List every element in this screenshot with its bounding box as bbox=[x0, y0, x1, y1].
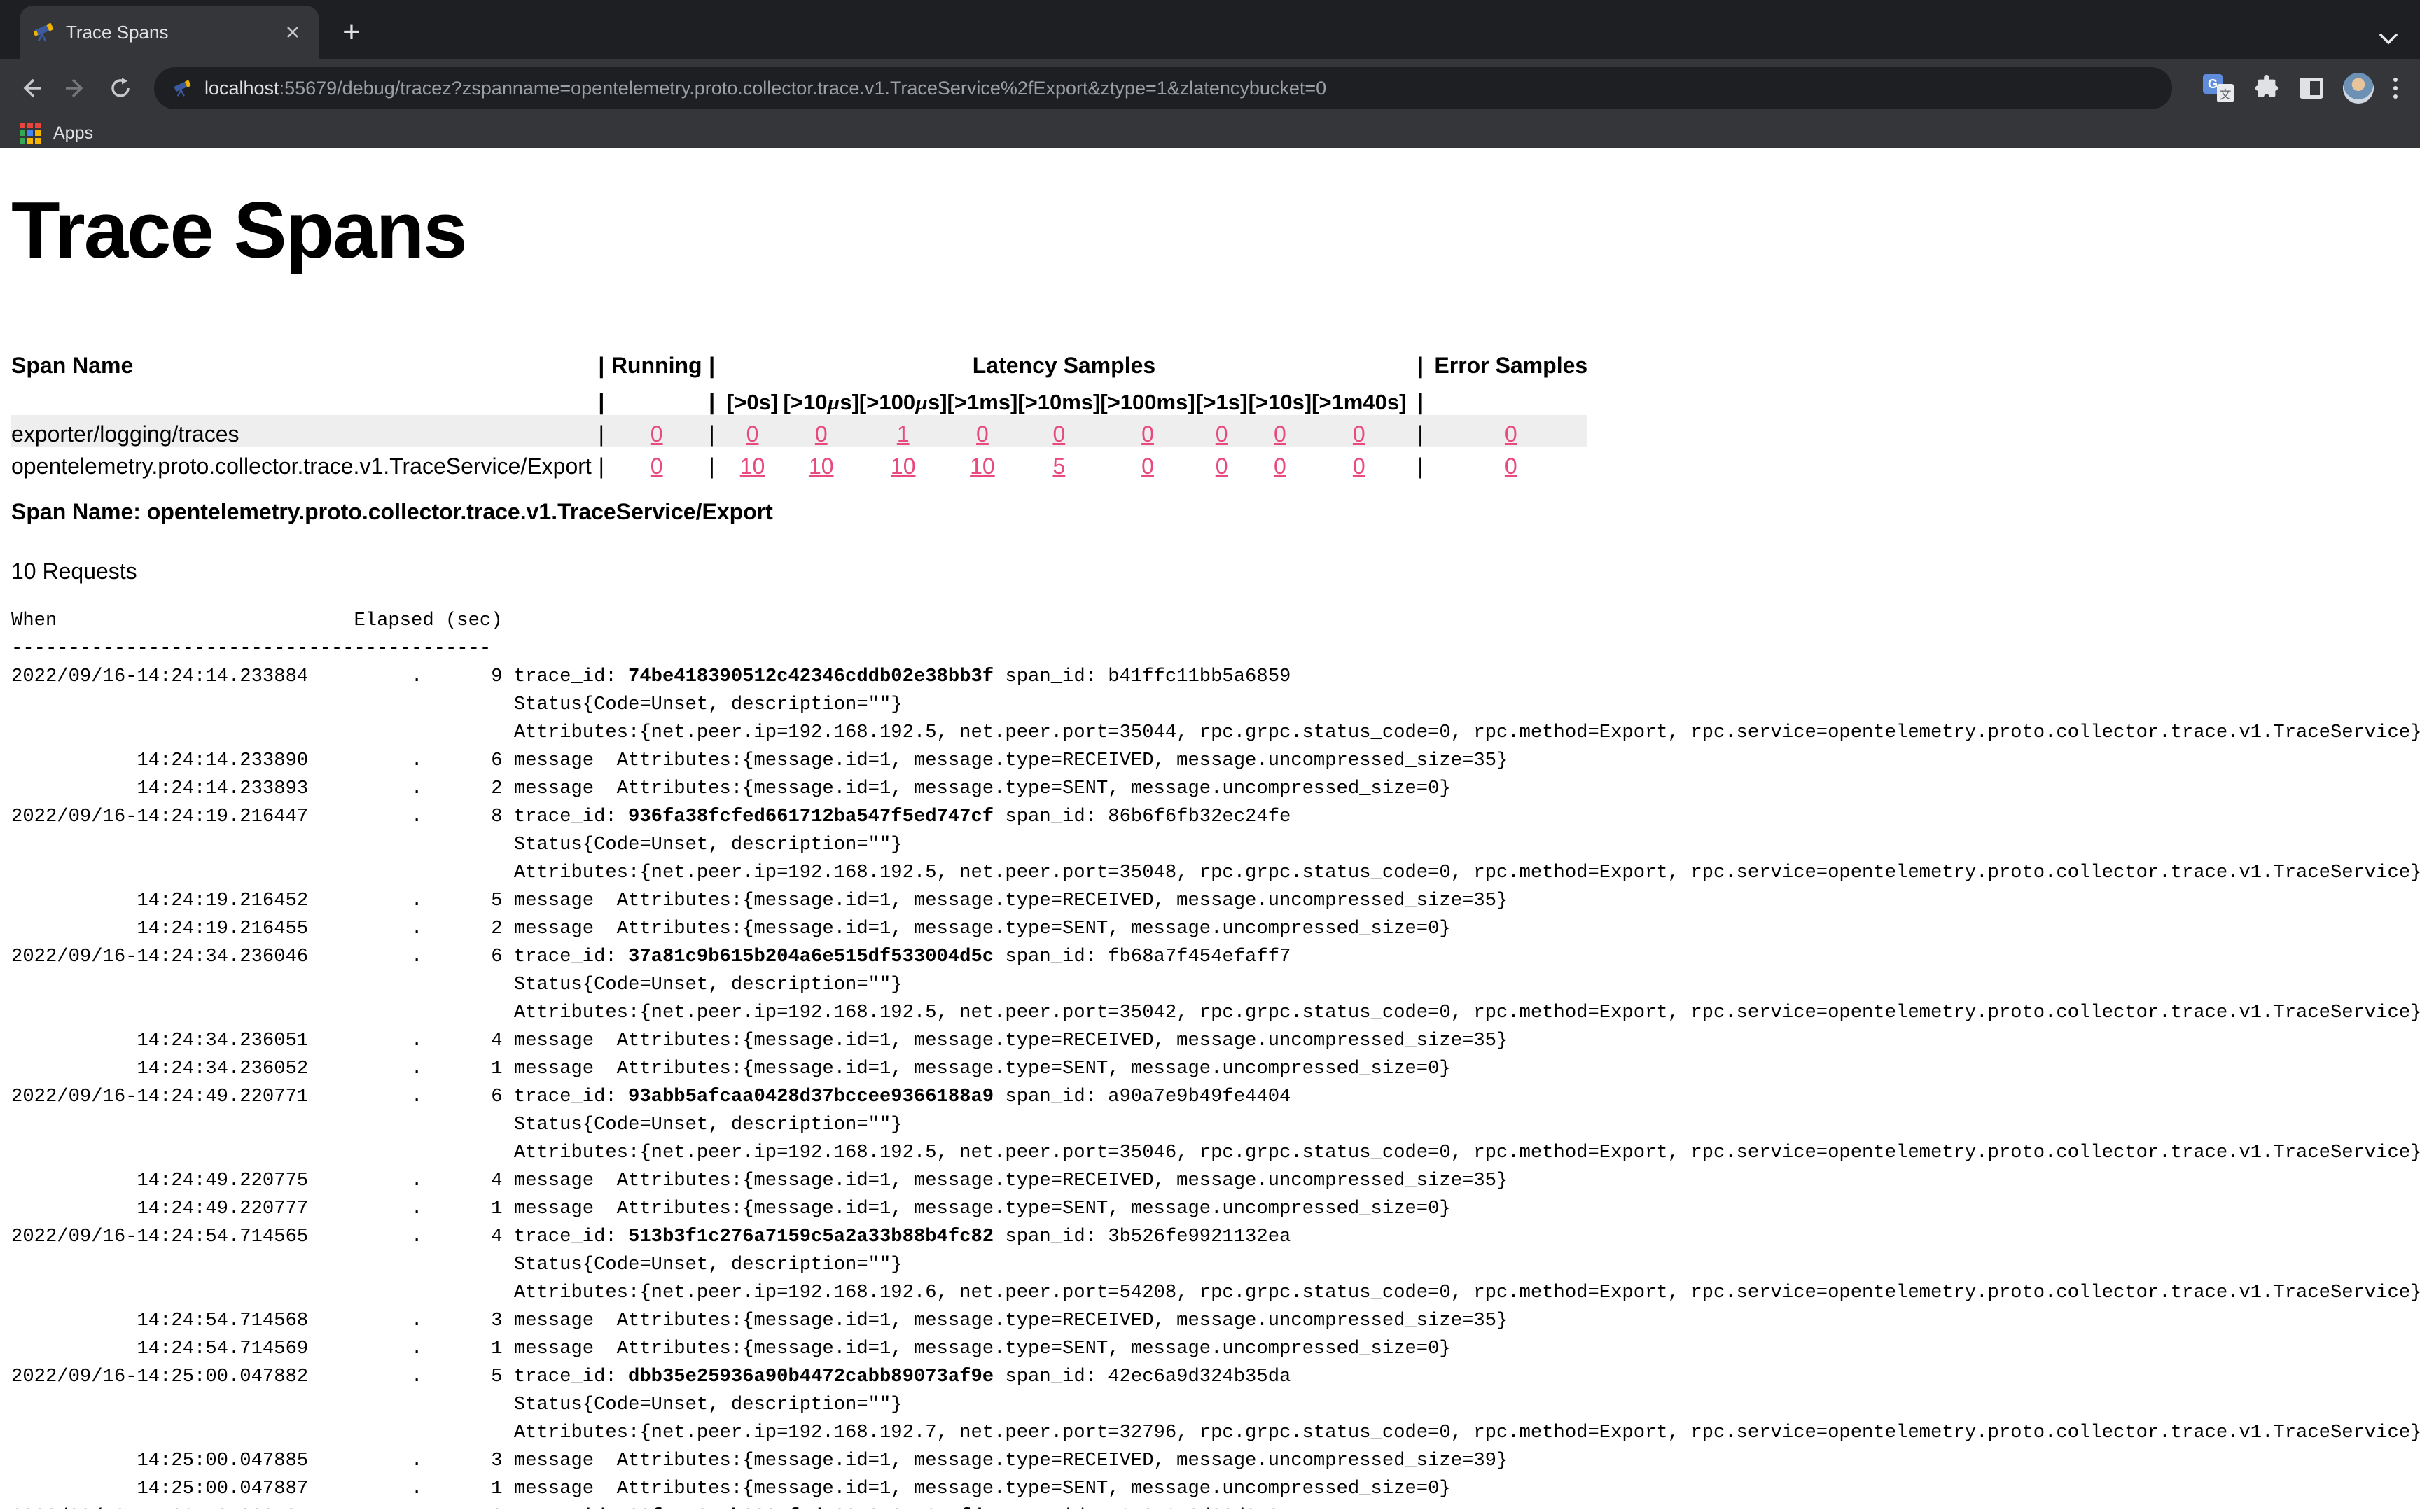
sample-count-link[interactable]: 5 bbox=[1052, 454, 1065, 479]
detail-span-name: Span Name: opentelemetry.proto.collector… bbox=[11, 499, 2420, 525]
sample-count-link[interactable]: 0 bbox=[1505, 454, 1517, 479]
sample-count-link[interactable]: 0 bbox=[1274, 454, 1286, 479]
sample-count-link[interactable]: 0 bbox=[976, 421, 989, 447]
sample-count-link[interactable]: 0 bbox=[1505, 421, 1517, 447]
url-host: localhost bbox=[204, 78, 279, 99]
url-text: localhost:55679/debug/tracez?zspanname=o… bbox=[204, 78, 1326, 99]
tab-close-icon[interactable] bbox=[280, 20, 305, 45]
url-path: :55679/debug/tracez?zspanname=openteleme… bbox=[279, 78, 1327, 99]
bookmarks-bar: Apps bbox=[0, 118, 2420, 148]
back-icon[interactable] bbox=[11, 69, 50, 108]
url-bar[interactable]: localhost:55679/debug/tracez?zspanname=o… bbox=[154, 67, 2172, 109]
sample-count-link[interactable]: 10 bbox=[809, 454, 834, 479]
browser-toolbar: localhost:55679/debug/tracez?zspanname=o… bbox=[0, 59, 2420, 118]
sample-count-link[interactable]: 0 bbox=[1216, 421, 1228, 447]
tab-strip: Trace Spans + bbox=[0, 0, 2420, 59]
sample-count-link[interactable]: 0 bbox=[651, 421, 663, 447]
telescope-favicon-icon bbox=[174, 79, 192, 97]
bookmarks-apps-button[interactable]: Apps bbox=[20, 122, 93, 144]
sample-count-link[interactable]: 0 bbox=[1052, 421, 1065, 447]
sample-count-link[interactable]: 0 bbox=[1141, 454, 1154, 479]
sample-count-link[interactable]: 0 bbox=[1141, 421, 1154, 447]
span-row: opentelemetry.proto.collector.trace.v1.T… bbox=[11, 447, 1587, 479]
browser-tab[interactable]: Trace Spans bbox=[20, 6, 319, 59]
toolbar-trailing: G 文 bbox=[2192, 73, 2409, 104]
latency-samples-table: Span Name|Running|Latency Samples|Error … bbox=[11, 342, 1587, 479]
telescope-favicon-icon bbox=[34, 22, 55, 43]
requests-log: When Elapsed (sec) ---------------------… bbox=[11, 607, 2420, 1509]
sample-count-link[interactable]: 0 bbox=[1216, 454, 1228, 479]
requests-count: 10 Requests bbox=[11, 559, 2420, 584]
sample-count-link[interactable]: 10 bbox=[740, 454, 765, 479]
side-panel-icon[interactable] bbox=[2300, 78, 2323, 99]
tab-title: Trace Spans bbox=[66, 22, 269, 43]
sample-count-link[interactable]: 0 bbox=[1353, 421, 1365, 447]
extensions-puzzle-icon[interactable] bbox=[2253, 75, 2280, 102]
sample-count-link[interactable]: 0 bbox=[1353, 454, 1365, 479]
translate-icon[interactable]: G 文 bbox=[2203, 74, 2234, 102]
span-row: exporter/logging/traces|0|001000000|0 bbox=[11, 415, 1587, 447]
reload-icon[interactable] bbox=[101, 69, 140, 108]
sample-count-link[interactable]: 10 bbox=[970, 454, 995, 479]
new-tab-button[interactable]: + bbox=[331, 11, 373, 53]
sample-count-link[interactable]: 0 bbox=[815, 421, 828, 447]
tab-list-chevron-icon[interactable] bbox=[2379, 34, 2398, 45]
sample-count-link[interactable]: 1 bbox=[897, 421, 910, 447]
sample-count-link[interactable]: 0 bbox=[651, 454, 663, 479]
page-title: Trace Spans bbox=[11, 185, 2420, 276]
apps-grid-icon bbox=[20, 122, 41, 144]
sample-count-link[interactable]: 0 bbox=[746, 421, 759, 447]
page-content: Trace Spans Span Name|Running|Latency Sa… bbox=[0, 148, 2420, 1509]
sample-count-link[interactable]: 10 bbox=[891, 454, 916, 479]
apps-label: Apps bbox=[53, 123, 93, 144]
menu-kebab-icon[interactable] bbox=[2393, 78, 2398, 99]
forward-icon[interactable] bbox=[56, 69, 95, 108]
sample-count-link[interactable]: 0 bbox=[1274, 421, 1286, 447]
profile-avatar[interactable] bbox=[2343, 73, 2374, 104]
